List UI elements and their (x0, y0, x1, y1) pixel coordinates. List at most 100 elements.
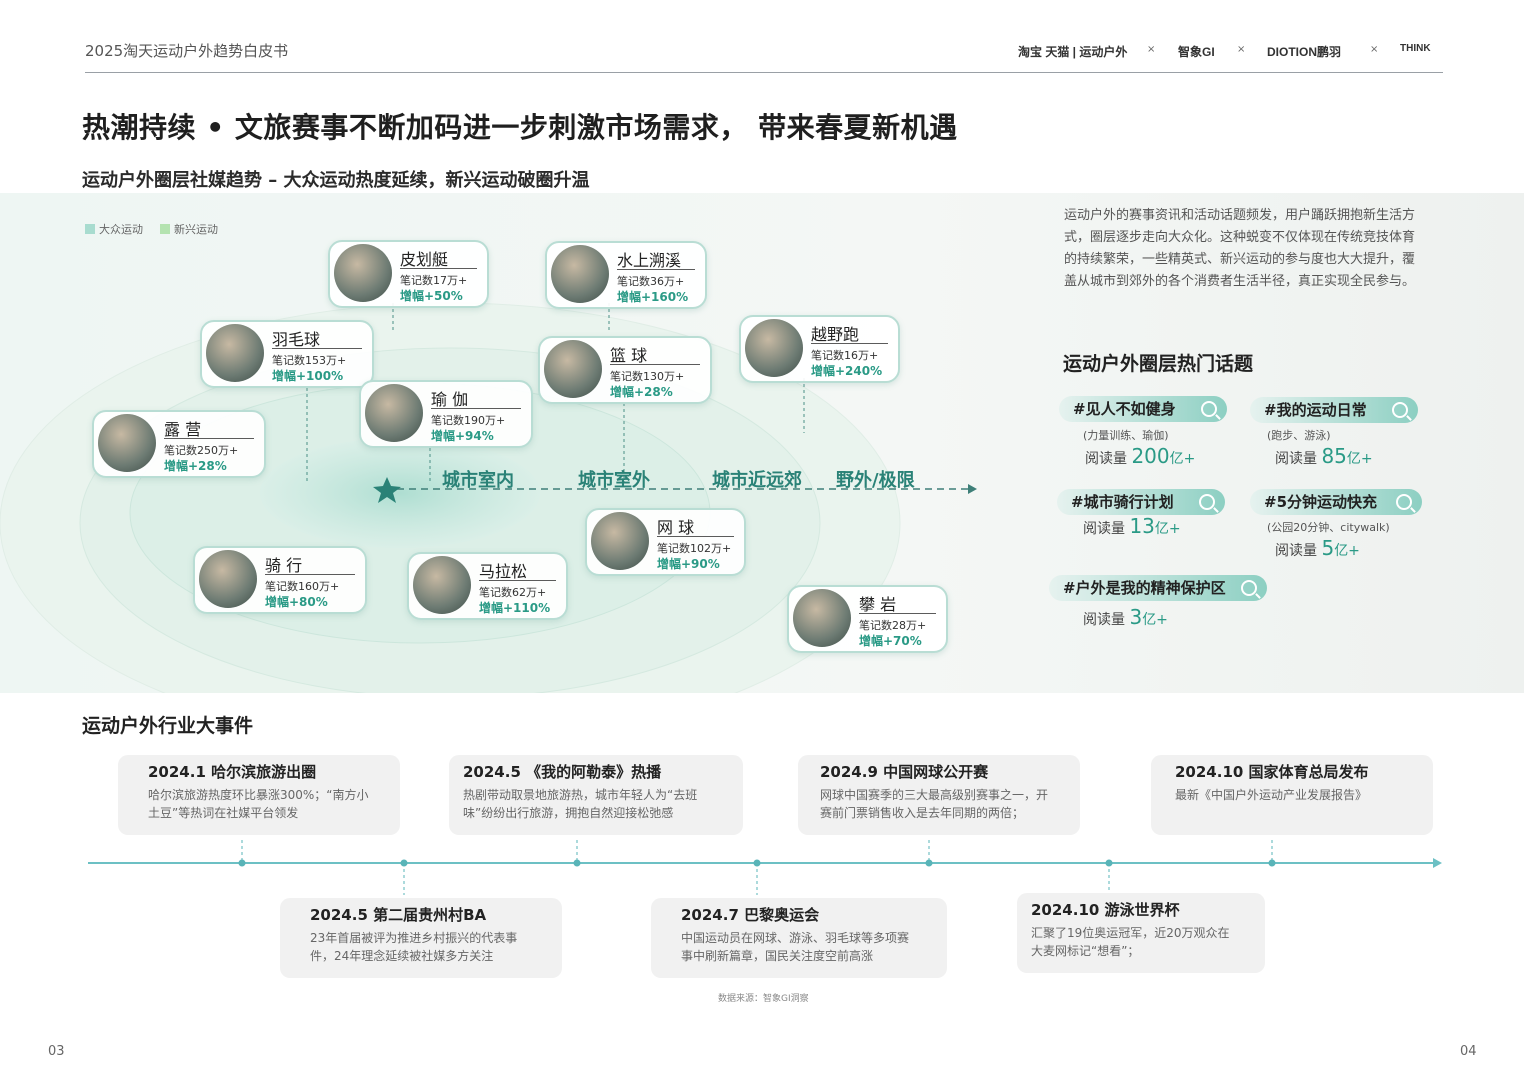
header-divider (85, 72, 1443, 73)
topic-sub: (公园20分钟、citywalk) (1267, 521, 1390, 534)
read-label: 阅读量 (1083, 612, 1125, 628)
sport-growth: 增幅+28% (610, 385, 673, 399)
event-title: 2024.1 哈尔滨旅游出圈 (148, 763, 317, 781)
topic-read: 阅读量 5亿+ (1275, 536, 1360, 560)
sport-growth: 增幅+70% (859, 634, 922, 648)
read-value: 85 (1321, 444, 1347, 468)
legend-label: 大众运动 (99, 223, 143, 236)
report-title: 2025淘天运动户外趋势白皮书 (85, 42, 289, 60)
sport-notes: 笔记数28万+ (859, 619, 927, 632)
sport-photo (206, 324, 264, 382)
sport-name: 羽毛球 (272, 330, 321, 349)
legend-emerging: 新兴运动 (160, 221, 218, 237)
sport-photo (365, 384, 423, 442)
axis-label-wild: 野外/极限 (836, 470, 915, 491)
sport-name: 攀 岩 (859, 595, 897, 614)
sport-card: 马拉松 笔记数62万+ 增幅+110% (407, 552, 568, 620)
event-title: 2024.7 巴黎奥运会 (681, 906, 820, 924)
sport-growth: 增幅+94% (431, 429, 494, 443)
event-title: 2024.9 中国网球公开赛 (820, 763, 989, 781)
diotion-logo: DIOTION鹏羽 (1267, 45, 1341, 59)
intro-paragraph: 运动户外的赛事资讯和活动话题频发，用户踊跃拥抱新生活方式，圈层逐步走向大众化。这… (1064, 208, 1416, 289)
data-source: 数据来源：智象GI洞察 (718, 994, 809, 1004)
axis-label-suburb: 城市近远郊 (712, 470, 802, 491)
legend-mass: 大众运动 (85, 221, 143, 237)
topics-title: 运动户外圈层热门话题 (1063, 353, 1254, 375)
sport-growth: 增幅+100% (272, 369, 344, 383)
topic-read: 阅读量 85亿+ (1275, 444, 1373, 468)
sport-growth: 增幅+28% (164, 459, 227, 473)
think-logo: THINK (1400, 43, 1431, 54)
sport-name: 马拉松 (479, 562, 528, 581)
sport-growth: 增幅+90% (657, 557, 720, 571)
read-value: 5 (1321, 536, 1335, 560)
read-unit: 亿+ (1142, 612, 1168, 628)
read-value: 13 (1129, 514, 1155, 538)
topic-tag: #见人不如健身 (1059, 396, 1227, 422)
read-value: 3 (1129, 605, 1143, 629)
read-unit: 亿+ (1346, 451, 1373, 467)
search-icon (1201, 401, 1217, 417)
legend-swatch (160, 224, 170, 234)
sport-name: 骑 行 (265, 556, 303, 575)
sport-notes: 笔记数36万+ (617, 275, 685, 288)
sport-photo (551, 245, 609, 303)
axis-label-indoor: 城市室内 (442, 470, 514, 491)
topic-tag: #城市骑行计划 (1057, 489, 1225, 515)
topic-tag: #户外是我的精神保护区 (1049, 575, 1267, 601)
topic-sub: (跑步、游泳) (1267, 429, 1331, 442)
sport-name: 篮 球 (610, 346, 648, 365)
topic-tag-text: #我的运动日常 (1264, 401, 1367, 419)
sport-notes: 笔记数102万+ (657, 542, 732, 555)
search-icon (1396, 494, 1412, 510)
event-desc: 汇聚了19位奥运冠军，近20万观众在大麦网标记“想看”； (1031, 926, 1230, 958)
sport-photo (745, 319, 803, 377)
topic-sub: (力量训练、瑜伽) (1083, 429, 1169, 442)
event-card: 2024.10 国家体育总局发布 最新《中国户外运动产业发展报告》 (1151, 755, 1433, 835)
event-title: 2024.10 国家体育总局发布 (1175, 763, 1369, 781)
event-title: 2024.5 第二届贵州村BA (310, 906, 487, 924)
event-card: 2024.10 游泳世界杯 汇聚了19位奥运冠军，近20万观众在大麦网标记“想看… (1017, 893, 1265, 973)
event-desc: 23年首届被评为推进乡村振兴的代表事件，24年理念延续被社媒多方关注 (310, 931, 518, 963)
topic-tag: #我的运动日常 (1250, 397, 1418, 423)
topic-tag-text: #户外是我的精神保护区 (1063, 579, 1226, 597)
topic-tag-text: #见人不如健身 (1073, 400, 1176, 418)
topic-read: 阅读量 3亿+ (1083, 605, 1168, 629)
event-card: 2024.1 哈尔滨旅游出圈 哈尔滨旅游热度环比暴涨300%；“南方小土豆”等热… (118, 755, 400, 835)
search-icon (1392, 402, 1408, 418)
sport-notes: 笔记数190万+ (431, 414, 506, 427)
topic-read: 阅读量 200亿+ (1085, 444, 1195, 468)
sport-card: 水上溯溪 笔记数36万+ 增幅+160% (545, 241, 707, 309)
separator: × (1147, 44, 1156, 55)
sport-name: 水上溯溪 (617, 251, 682, 270)
legend-label: 新兴运动 (174, 223, 218, 236)
sport-card: 皮划艇 笔记数17万+ 增幅+50% (328, 240, 489, 308)
sport-card: 篮 球 笔记数130万+ 增幅+28% (538, 336, 712, 404)
sport-photo (98, 414, 156, 472)
event-desc: 网球中国赛季的三大最高级别赛事之一，开赛前门票销售收入是去年同期的两倍； (820, 788, 1049, 820)
main-title: 热潮持续 • 文旅赛事不断加码进一步刺激市场需求， 带来春夏新机遇 (82, 111, 958, 144)
sport-photo (544, 340, 602, 398)
sub-title: 运动户外圈层社媒趋势 – 大众运动热度延续，新兴运动破圈升温 (82, 170, 590, 191)
event-card: 2024.9 中国网球公开赛 网球中国赛季的三大最高级别赛事之一，开赛前门票销售… (798, 755, 1080, 835)
topic-read: 阅读量 13亿+ (1083, 514, 1181, 538)
legend-swatch (85, 224, 95, 234)
read-unit: 亿+ (1154, 521, 1181, 537)
sport-photo (793, 589, 851, 647)
sport-photo (199, 550, 257, 608)
event-desc: 最新《中国户外运动产业发展报告》 (1175, 788, 1368, 802)
topic-tag: #5分钟运动快充 (1250, 489, 1422, 515)
read-label: 阅读量 (1083, 521, 1125, 537)
sport-name: 越野跑 (811, 325, 860, 344)
event-card: 2024.5 《我的阿勒泰》热播 热剧带动取景地旅游热，城市年轻人为“去班味”纷… (449, 755, 743, 835)
read-label: 阅读量 (1275, 451, 1317, 467)
sport-photo (591, 512, 649, 570)
zhixiang-logo: 智象GI (1178, 45, 1215, 59)
read-label: 阅读量 (1275, 543, 1317, 559)
sport-card: 越野跑 笔记数16万+ 增幅+240% (739, 315, 900, 383)
sport-notes: 笔记数17万+ (400, 274, 468, 287)
sport-name: 网 球 (657, 518, 695, 537)
sport-growth: 增幅+50% (400, 289, 463, 303)
sport-card: 攀 岩 笔记数28万+ 增幅+70% (787, 585, 948, 653)
search-icon (1241, 580, 1257, 596)
